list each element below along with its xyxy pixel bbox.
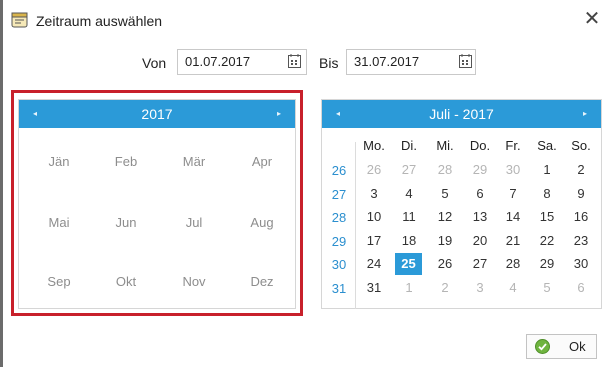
check-icon [535,339,550,354]
day-cell[interactable]: 7 [497,183,529,205]
day-cell[interactable]: 14 [497,206,529,228]
week-number: 28 [331,210,347,225]
day-cell[interactable]: 19 [429,230,461,252]
day-cell[interactable]: 21 [497,230,529,252]
month-caption[interactable]: Juli - 2017 [322,100,601,128]
close-button[interactable]: ✕ [581,6,603,32]
to-date-field[interactable]: 31.07.2017 [346,49,476,75]
day-cell[interactable]: 29 [464,159,496,181]
day-cell[interactable]: 26 [429,253,461,275]
day-cell[interactable]: 13 [464,206,496,228]
day-cell[interactable]: 12 [429,206,461,228]
day-cell[interactable]: 1 [531,159,563,181]
day-cell[interactable]: 22 [531,230,563,252]
day-cell[interactable]: 27 [464,253,496,275]
weekday-header: Sa. [537,138,557,153]
month-cell[interactable]: Jun [96,215,156,230]
day-cell[interactable]: 15 [531,206,563,228]
day-cell[interactable]: 4 [497,277,529,299]
day-cell[interactable]: 5 [531,277,563,299]
month-cell[interactable]: Feb [96,154,156,169]
month-cell[interactable]: Aug [232,215,292,230]
next-month-button[interactable]: ▸ [573,100,597,128]
day-cell[interactable]: 2 [565,159,597,181]
ok-button[interactable]: Ok [526,334,597,359]
month-cell[interactable]: Sep [29,274,89,289]
week-number: 27 [331,186,347,202]
year-calendar-header: 2017 ◂ ▸ [19,100,295,128]
day-cell[interactable]: 11 [393,206,425,228]
prev-year-button[interactable]: ◂ [23,100,47,128]
day-cell[interactable]: 27 [393,159,425,181]
calendar-picker-icon[interactable] [459,54,472,68]
day-cell[interactable]: 24 [358,253,390,275]
day-cell[interactable]: 17 [358,230,390,252]
day-cell[interactable]: 26 [358,159,390,181]
selected-day-cell[interactable]: 25 [395,253,422,275]
year-caption[interactable]: 2017 [19,100,295,128]
weekday-header: Mo. [363,138,385,153]
month-cell[interactable]: Jul [164,215,224,230]
day-cell[interactable]: 2 [429,277,461,299]
day-cell[interactable]: 30 [565,253,597,275]
day-cell[interactable]: 1 [393,277,425,299]
day-cell[interactable]: 8 [531,183,563,205]
week-number-divider [355,142,356,309]
ok-label: Ok [569,339,586,354]
month-cell[interactable]: Apr [232,154,292,169]
day-cell[interactable]: 10 [358,206,390,228]
month-cell[interactable]: Jän [29,154,89,169]
week-number: 29 [331,233,347,249]
month-cell[interactable]: Mär [164,154,224,169]
day-cell[interactable]: 16 [565,206,597,228]
from-date-field[interactable]: 01.07.2017 [177,49,307,75]
day-cell[interactable]: 23 [565,230,597,252]
month-cell[interactable]: Mai [29,215,89,230]
day-cell[interactable]: 6 [565,277,597,299]
weekday-header: Mi. [436,138,454,153]
week-number: 26 [331,163,347,178]
window-left-edge [0,0,3,367]
title-bar: Zeitraum auswählen ✕ [3,0,605,40]
day-cell[interactable]: 3 [464,277,496,299]
day-cell[interactable]: 9 [565,183,597,205]
window-title: Zeitraum auswählen [36,13,163,29]
month-cell[interactable]: Okt [96,274,156,289]
from-date-value: 01.07.2017 [185,54,251,69]
prev-month-button[interactable]: ◂ [326,100,350,128]
weekday-header: Do. [469,138,491,153]
week-number: 31 [331,280,347,296]
day-cell[interactable]: 20 [464,230,496,252]
day-cell[interactable]: 29 [531,253,563,275]
month-cell[interactable]: Dez [232,274,292,289]
to-date-value: 31.07.2017 [354,54,420,69]
month-cell[interactable]: Nov [164,274,224,289]
week-number: 30 [331,257,347,272]
date-range-dialog: Zeitraum auswählen ✕ Von 01.07.2017 Bis … [0,0,605,367]
day-cell[interactable]: 28 [497,253,529,275]
day-cell[interactable]: 18 [393,230,425,252]
day-cell[interactable]: 28 [429,159,461,181]
day-cell[interactable]: 5 [429,183,461,205]
weekday-header: Fr. [505,138,521,153]
year-calendar: 2017 ◂ ▸ Jän Feb Mär Apr Mai Jun Jul Aug Sep Okt N… [18,99,296,309]
calendar-picker-icon[interactable] [288,54,301,68]
next-year-button[interactable]: ▸ [267,100,291,128]
day-cell[interactable]: 3 [358,183,390,205]
to-label: Bis [319,55,339,71]
month-calendar-header: Juli - 2017 ◂ ▸ [322,100,601,128]
from-label: Von [142,55,167,71]
weekday-header: Di. [401,138,417,153]
day-cell[interactable]: 31 [358,277,390,299]
weekday-header: So. [571,138,591,153]
day-cell[interactable]: 30 [497,159,529,181]
calendar-app-icon [11,12,28,28]
day-cell[interactable]: 6 [464,183,496,205]
day-cell[interactable]: 4 [393,183,425,205]
